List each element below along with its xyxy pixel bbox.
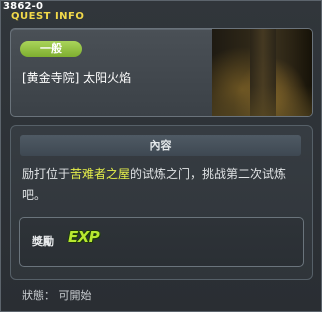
quest-description: 励打位于苦难者之屋的试炼之门，挑战第二次试炼吧。	[22, 164, 304, 206]
quest-header-panel: 一般 [黄金寺院] 太阳火焰	[10, 28, 313, 117]
quest-status: 狀態： 可開始	[22, 289, 92, 302]
reward-panel: 獎勵 EXP	[19, 217, 304, 267]
quest-artwork-image	[212, 29, 312, 116]
section-title: 內容	[20, 135, 301, 156]
quest-content-panel: 內容 励打位于苦难者之屋的试炼之门，挑战第二次试炼吧。 獎勵 EXP	[10, 125, 313, 280]
quest-name: [黄金寺院] 太阳火焰	[22, 71, 132, 85]
window-title: QUEST INFO	[11, 11, 85, 22]
description-text: 励打位于	[22, 167, 71, 181]
description-highlight: 苦难者之屋	[70, 167, 131, 181]
reward-label: 獎勵	[32, 235, 54, 248]
quest-info-window: 3862-0 QUEST INFO 一般 [黄金寺院] 太阳火焰 內容 励打位于…	[0, 0, 322, 312]
exp-icon[interactable]: EXP	[68, 228, 100, 246]
quest-type-badge: 一般	[20, 41, 82, 57]
